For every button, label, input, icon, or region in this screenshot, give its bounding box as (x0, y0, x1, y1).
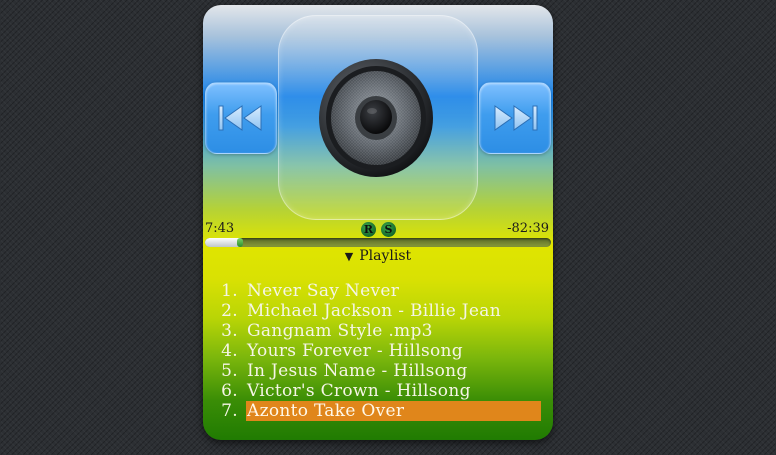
track-title: Michael Jackson - Billie Jean (247, 301, 501, 321)
music-player: 7:43 R S -82:39 ▼ Playlist 1. Never Say Ne… (203, 5, 553, 440)
playlist-item[interactable]: 1. Never Say Never (203, 281, 553, 301)
shuffle-button[interactable]: S (381, 222, 396, 237)
repeat-button[interactable]: R (361, 222, 376, 237)
track-number: 1. (221, 281, 238, 301)
track-title: Victor's Crown - Hillsong (247, 381, 471, 401)
playlist-item[interactable]: 3. Gangnam Style .mp3 (203, 321, 553, 341)
skip-forward-icon (494, 105, 538, 131)
time-row: 7:43 R S -82:39 (205, 221, 551, 237)
previous-track-button[interactable] (205, 82, 277, 154)
track-number: 2. (221, 301, 238, 321)
track-number: 5. (221, 361, 238, 381)
next-track-button[interactable] (479, 82, 551, 154)
track-title: Azonto Take Over (246, 401, 541, 421)
track-title: Yours Forever - Hillsong (247, 341, 463, 361)
skip-back-icon (218, 105, 262, 131)
playlist-item[interactable]: 6. Victor's Crown - Hillsong (203, 381, 553, 401)
track-number: 3. (221, 321, 238, 341)
playlist-item[interactable]: 5. In Jesus Name - Hillsong (203, 361, 553, 381)
playlist-toggle[interactable]: ▼ Playlist (203, 248, 553, 266)
playlist: 1. Never Say Never 2. Michael Jackson - Bi… (203, 281, 553, 421)
playlist-toggle-label: Playlist (359, 248, 412, 264)
playlist-item-current[interactable]: 7. Azonto Take Over (203, 401, 553, 421)
seek-bar-fill (205, 238, 240, 247)
triangle-down-icon: ▼ (344, 250, 354, 263)
track-title: In Jesus Name - Hillsong (247, 361, 468, 381)
playlist-item[interactable]: 4. Yours Forever - Hillsong (203, 341, 553, 361)
playlist-item[interactable]: 2. Michael Jackson - Billie Jean (203, 301, 553, 321)
seek-bar-handle[interactable] (236, 238, 243, 247)
elapsed-time: 7:43 (205, 221, 235, 236)
speaker-icon[interactable] (319, 58, 434, 178)
track-title: Never Say Never (247, 281, 400, 301)
track-number: 6. (221, 381, 238, 401)
track-title: Gangnam Style .mp3 (247, 321, 433, 341)
seek-bar[interactable] (205, 238, 551, 247)
remaining-time: -82:39 (507, 221, 549, 236)
track-number: 7. (221, 401, 238, 421)
track-number: 4. (221, 341, 238, 361)
